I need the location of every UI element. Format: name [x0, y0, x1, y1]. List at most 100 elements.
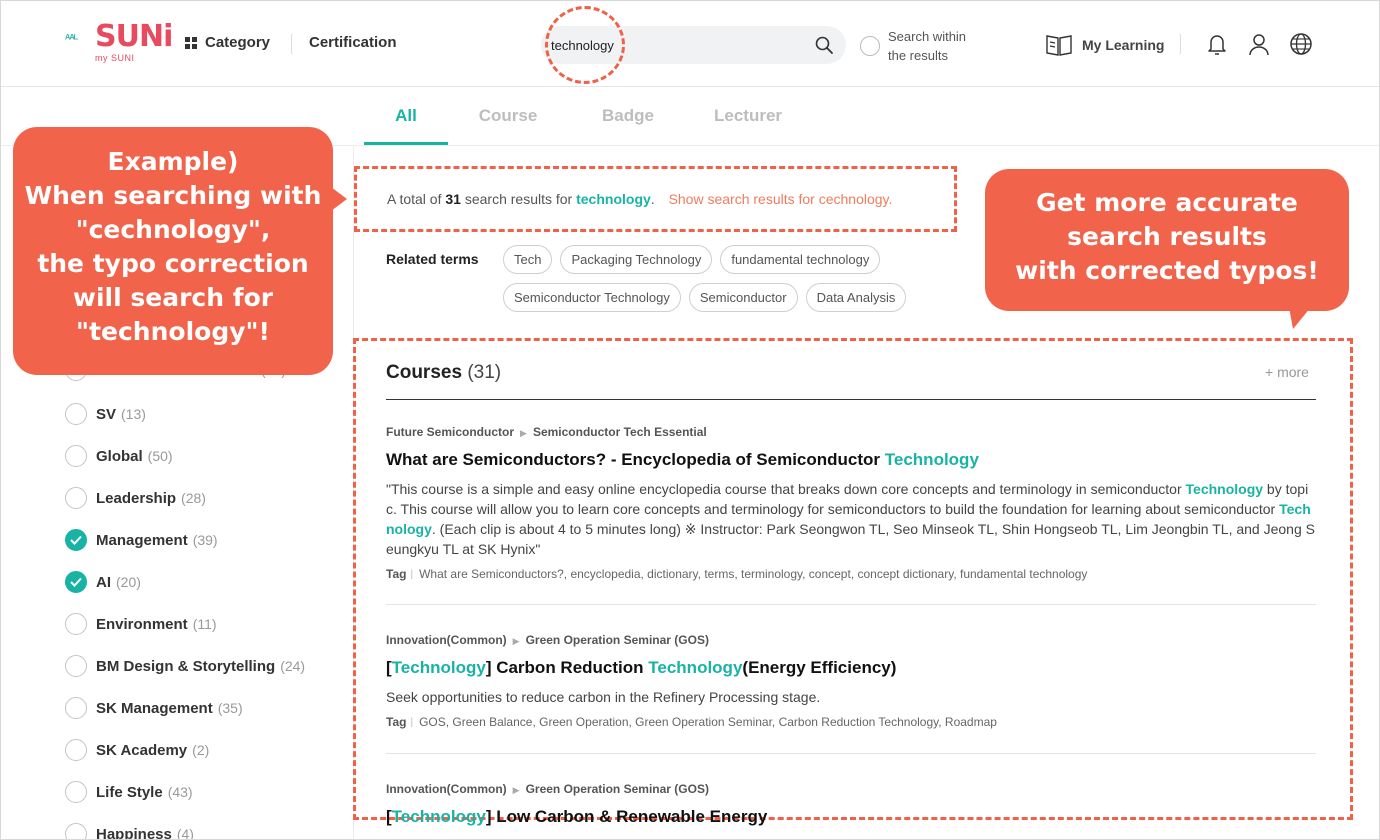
category-filter-count: (28) — [181, 490, 206, 506]
checked-icon[interactable] — [65, 529, 87, 551]
search-within-toggle[interactable]: Search within the results — [860, 27, 978, 65]
category-filter-item[interactable]: SK Management (35) — [65, 697, 243, 719]
category-filter-label: AI — [96, 573, 111, 591]
unchecked-circle-icon[interactable] — [65, 823, 87, 839]
result-summary: A total of 31 search results for technol… — [387, 191, 892, 207]
tab-course[interactable]: Course — [448, 87, 568, 145]
tag-divider: | — [410, 568, 414, 580]
title-text: What are Semiconductors? - Encyclopedia … — [386, 450, 885, 469]
category-filter-item[interactable]: SV (13) — [65, 403, 146, 425]
category-filter-count: (11) — [192, 616, 217, 632]
courses-heading-label: Courses — [386, 362, 463, 383]
category-filter-item[interactable]: Leadership (28) — [65, 487, 206, 509]
page-frame: ᴬᴬᴸ SUNi my SUNI Category Certification … — [0, 0, 1380, 840]
related-term-chip[interactable]: fundamental technology — [720, 245, 881, 274]
book-icon — [1046, 35, 1072, 56]
related-term-chip[interactable]: Data Analysis — [805, 283, 907, 312]
suni-logo[interactable]: ᴬᴬᴸ SUNi my SUNI — [65, 19, 173, 69]
breadcrumb-subcategory: Semiconductor Tech Essential — [532, 425, 707, 439]
search-keyword: technology — [576, 191, 651, 207]
unchecked-circle-icon[interactable] — [65, 403, 87, 425]
category-filter-count: (13) — [121, 406, 146, 422]
related-terms-list: Tech Packaging Technology fundamental tech… — [503, 245, 1003, 312]
search-within-radio[interactable] — [860, 36, 880, 56]
category-filter-count: (4) — [176, 826, 194, 840]
category-filter-label: Global — [96, 447, 143, 465]
course-item[interactable]: Innovation(Common) ▶ Green Operation Semin… — [386, 633, 1316, 729]
unchecked-circle-icon[interactable] — [65, 655, 87, 677]
breadcrumb-category: Innovation(Common) — [386, 782, 507, 796]
category-filter-item[interactable]: Management (39) — [65, 529, 218, 551]
tab-badge[interactable]: Badge — [568, 87, 688, 145]
callout-accurate-results: Get more accurate search results with corr… — [985, 169, 1349, 329]
grid-icon — [185, 36, 197, 49]
course-item[interactable]: Innovation(Common) ▶ Green Operation Semin… — [386, 782, 1316, 827]
category-filter-item[interactable]: Life Style (43) — [65, 781, 193, 803]
summary-middle: search results for — [464, 191, 573, 207]
course-title[interactable]: [Technology] Low Carbon & Renewable Ener… — [386, 807, 1316, 827]
breadcrumb-arrow-icon: ▶ — [520, 428, 527, 438]
category-filter-count: (2) — [192, 742, 210, 758]
category-filter-item[interactable]: AI (20) — [65, 571, 141, 593]
search-icon[interactable] — [814, 35, 834, 55]
breadcrumb-arrow-icon: ▶ — [512, 785, 520, 795]
related-term-chip[interactable]: Packaging Technology — [560, 245, 713, 274]
checked-icon[interactable] — [65, 571, 87, 593]
related-term-chip[interactable]: Tech — [503, 245, 553, 274]
globe-icon[interactable] — [1289, 32, 1313, 56]
category-filter-label: Happiness — [96, 825, 172, 840]
keyword-highlight: Technology — [648, 658, 743, 677]
category-filter-item[interactable]: Happiness (4) — [65, 823, 194, 840]
category-filter-label: Environment — [96, 615, 188, 633]
typo-correction-link[interactable]: Show search results for cechnology. — [669, 191, 893, 207]
unchecked-circle-icon[interactable] — [65, 697, 87, 719]
callout-line: with corrected typos! — [1015, 256, 1319, 285]
unchecked-circle-icon[interactable] — [65, 613, 87, 635]
callout-line: Get more accurate — [1036, 188, 1298, 217]
certification-link[interactable]: Certification — [309, 34, 397, 51]
header-divider — [1180, 34, 1181, 54]
title-text: ] Low Carbon & Renewable Energy — [485, 807, 768, 826]
category-filter-item[interactable]: BM Design & Storytelling (24) — [65, 655, 305, 677]
course-title[interactable]: What are Semiconductors? - Encyclopedia … — [386, 450, 1316, 470]
course-title[interactable]: [Technology] Carbon Reduction Technology… — [386, 658, 1316, 678]
title-text: ] Carbon Reduction — [485, 658, 649, 677]
tag-divider: | — [410, 716, 414, 728]
unchecked-circle-icon[interactable] — [65, 781, 87, 803]
related-term-chip[interactable]: Semiconductor — [688, 283, 798, 312]
category-filter-count: (24) — [280, 658, 306, 674]
category-button[interactable]: Category — [185, 34, 270, 51]
courses-heading-rule — [386, 399, 1316, 400]
course-divider — [386, 604, 1316, 605]
keyword-highlight: Technology — [884, 450, 979, 469]
top-header: ᴬᴬᴸ SUNi my SUNI Category Certification … — [1, 1, 1379, 87]
category-filter-label: Life Style — [96, 783, 163, 801]
callout-line: the typo correction — [37, 249, 309, 278]
category-filter-count: (39) — [192, 532, 218, 548]
logo-subtext: my SUNI — [95, 53, 135, 63]
course-item[interactable]: Future Semiconductor ▶ Semiconductor Tech … — [386, 425, 1316, 581]
category-filter-item[interactable]: Environment (11) — [65, 613, 217, 635]
callout-typo-example: Example) When searching with "cechnology",… — [13, 127, 347, 375]
more-courses-link[interactable]: + more — [1265, 364, 1309, 380]
user-icon[interactable] — [1247, 32, 1271, 56]
tab-lecturer[interactable]: Lecturer — [688, 87, 808, 145]
tab-all[interactable]: All — [364, 87, 448, 145]
summary-prefix: A total of — [387, 191, 442, 207]
search-within-label: Search within the results — [888, 29, 967, 63]
breadcrumb-subcategory: Green Operation Seminar (GOS) — [525, 633, 709, 647]
category-filter-item[interactable]: Global (50) — [65, 445, 173, 467]
bell-icon[interactable] — [1205, 32, 1229, 56]
summary-period: . — [650, 191, 655, 207]
unchecked-circle-icon[interactable] — [65, 739, 87, 761]
category-filter-item[interactable]: SK Academy (2) — [65, 739, 209, 761]
my-learning-button[interactable]: My Learning — [1045, 33, 1164, 57]
category-filter-label: BM Design & Storytelling — [96, 657, 276, 675]
category-filter-label: SK Management — [96, 699, 213, 717]
course-breadcrumb: Innovation(Common) ▶ Green Operation Semin… — [386, 633, 1316, 647]
related-term-chip[interactable]: Semiconductor Technology — [503, 283, 681, 312]
unchecked-circle-icon[interactable] — [65, 445, 87, 467]
unchecked-circle-icon[interactable] — [65, 487, 87, 509]
highlight-circle — [545, 6, 625, 84]
callout-line: Example) — [107, 147, 239, 176]
